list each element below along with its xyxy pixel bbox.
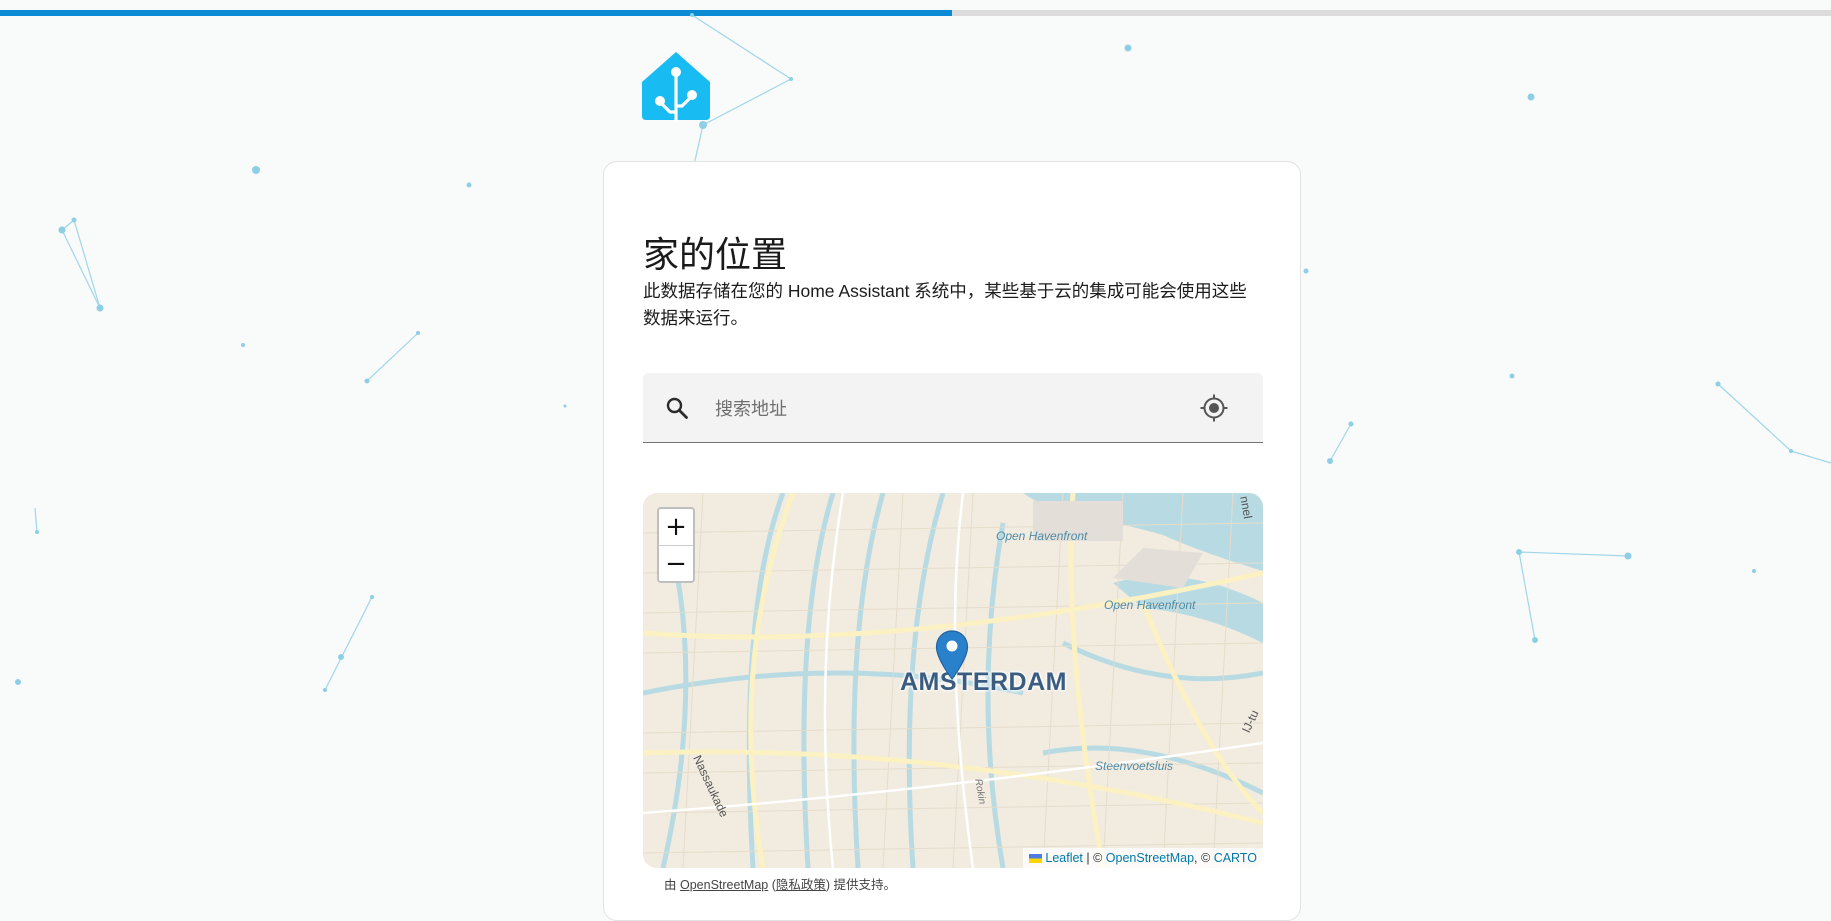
onboarding-card: 家的位置 此数据存储在您的 Home Assistant 系统中，某些基于云的集… — [603, 161, 1301, 921]
zoom-control: + − — [657, 507, 695, 583]
osm-note-open: ( — [768, 878, 776, 892]
location-marker-icon[interactable] — [935, 630, 969, 680]
zoom-out-button[interactable]: − — [659, 546, 693, 581]
search-icon — [666, 397, 688, 419]
leaflet-link[interactable]: Leaflet — [1045, 851, 1083, 865]
openstreetmap-attribution-link[interactable]: OpenStreetMap — [1106, 851, 1194, 865]
ukraine-flag-icon — [1029, 854, 1043, 863]
location-map[interactable]: + − Open Havenfront Open Havenfront Stee… — [643, 493, 1263, 868]
home-assistant-logo — [642, 52, 710, 122]
map-city-label: AMSTERDAM — [900, 668, 1067, 696]
attribution-comma: , © — [1194, 851, 1214, 865]
map-label-open-havenfront: Open Havenfront — [996, 529, 1088, 543]
openstreetmap-link[interactable]: OpenStreetMap — [680, 878, 768, 892]
privacy-policy-link[interactable]: 隐私政策 — [776, 878, 826, 892]
my-location-icon[interactable] — [1199, 393, 1229, 423]
carto-link[interactable]: CARTO — [1214, 851, 1257, 865]
address-search-field[interactable] — [643, 373, 1263, 443]
osm-powered-by-note: 由 OpenStreetMap (隐私政策) 提供支持。 — [664, 874, 896, 893]
map-label-open-havenfront-2: Open Havenfront — [1104, 598, 1196, 612]
map-attribution: Leaflet | © OpenStreetMap, © CARTO — [1023, 848, 1263, 868]
attribution-separator: | © — [1082, 851, 1106, 865]
zoom-in-button[interactable]: + — [659, 509, 693, 546]
page-title: 家的位置 — [643, 234, 788, 275]
osm-note-prefix: 由 — [664, 878, 680, 892]
map-label-steenvoetsluis: Steenvoetsluis — [1095, 759, 1174, 773]
address-search-input[interactable] — [713, 391, 1157, 427]
osm-note-suffix: ) 提供支持。 — [825, 878, 897, 892]
page-description: 此数据存储在您的 Home Assistant 系统中，某些基于云的集成可能会使… — [643, 281, 1247, 328]
